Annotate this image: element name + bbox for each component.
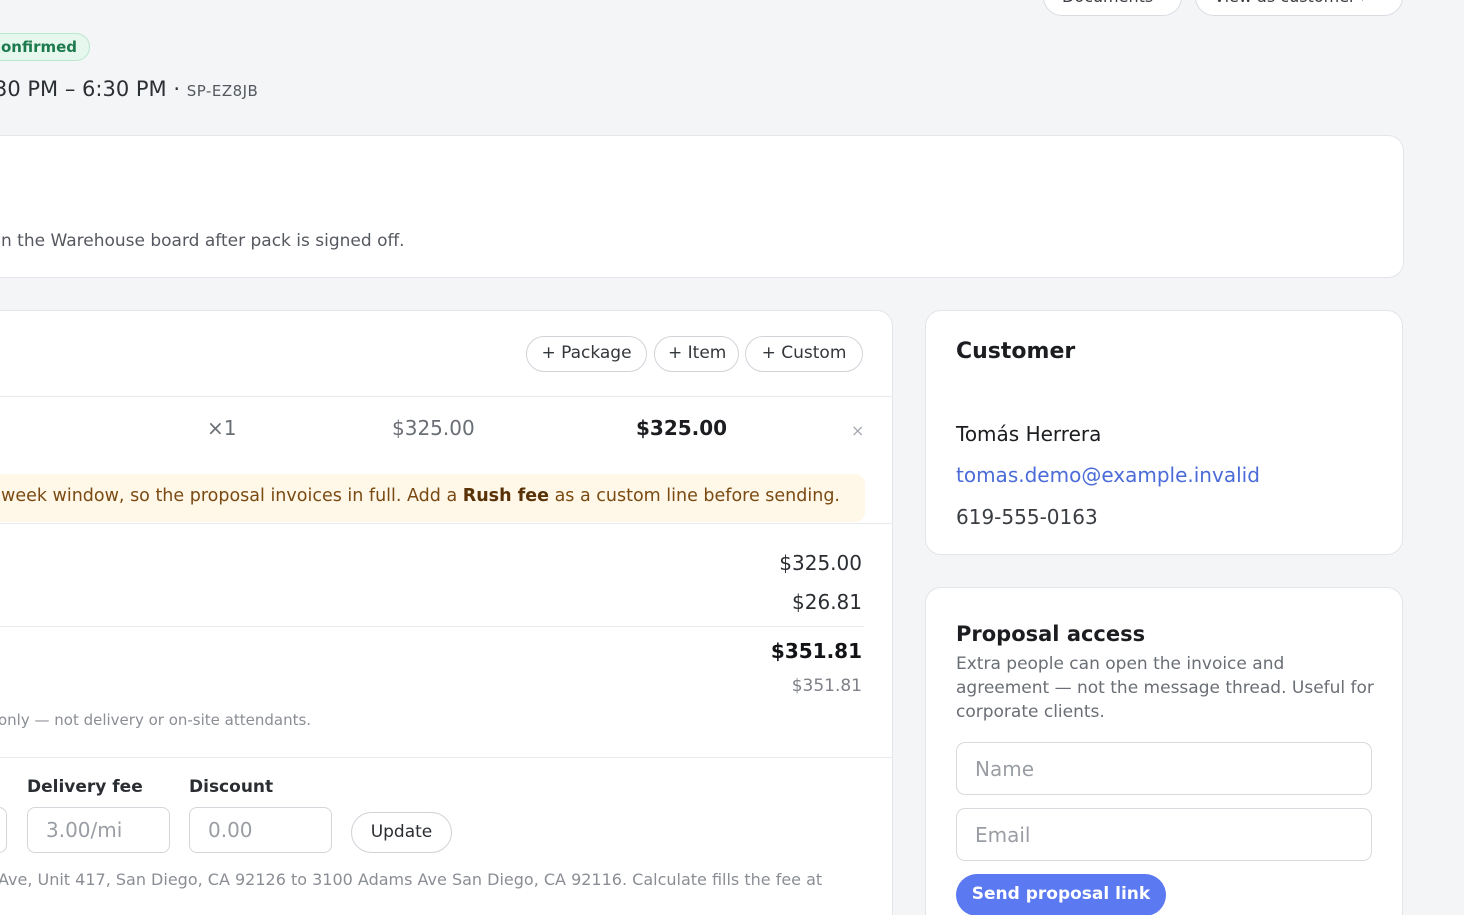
tax-value: $26.81: [792, 590, 862, 614]
close-icon[interactable]: ×: [851, 421, 864, 440]
customer-card: Customer Tomás Herrera tomas.demo@exampl…: [925, 310, 1403, 555]
row-total: $325.00: [636, 416, 728, 440]
divider: [0, 396, 892, 397]
add-package-button[interactable]: + Package: [526, 336, 647, 372]
update-button[interactable]: Update: [351, 812, 452, 853]
time-range: 30 PM – 6:30 PM: [0, 77, 167, 101]
view-as-customer-button[interactable]: View as customer ›: [1195, 0, 1403, 16]
warning-text-after: as a custom line before sending.: [549, 486, 840, 506]
warning-rush-fee: Rush fee: [462, 486, 549, 506]
route-note: Ave, Unit 417, San Diego, CA 92126 to 31…: [0, 870, 823, 889]
discount-input[interactable]: 0.00: [189, 807, 332, 853]
status-badge: onfirmed: [0, 33, 91, 61]
add-item-button[interactable]: + Item: [654, 336, 739, 372]
divider: [0, 523, 892, 524]
subtotal-value: $325.00: [779, 551, 862, 575]
add-custom-button[interactable]: + Custom: [745, 336, 863, 372]
email-input[interactable]: Email: [956, 808, 1372, 861]
documents-button[interactable]: Documents: [1043, 0, 1182, 16]
event-time: 30 PM – 6:30 PM · SP-EZ8JB: [0, 77, 258, 101]
rush-fee-warning: week window, so the proposal invoices in…: [0, 474, 865, 522]
customer-title: Customer: [956, 339, 1076, 364]
delivery-fee-label: Delivery fee: [27, 777, 143, 797]
row-unit-price: $325.00: [392, 416, 475, 440]
name-input[interactable]: Name: [956, 742, 1372, 795]
customer-phone: 619-555-0163: [956, 505, 1098, 529]
cut-off-field[interactable]: [0, 807, 7, 853]
total-value: $351.81: [770, 639, 862, 663]
send-proposal-link-button[interactable]: Send proposal link: [956, 874, 1166, 915]
discount-label: Discount: [189, 777, 274, 797]
divider: [0, 757, 892, 758]
note-text: n the Warehouse board after pack is sign…: [1, 231, 405, 251]
proposal-access-description: Extra people can open the invoice and ag…: [956, 654, 1374, 722]
divider: [0, 626, 864, 627]
note-card: n the Warehouse board after pack is sign…: [0, 135, 1404, 278]
customer-email-link[interactable]: tomas.demo@example.invalid: [956, 463, 1260, 487]
delivery-fee-input[interactable]: 3.00/mi: [27, 807, 170, 853]
proposal-access-title: Proposal access: [956, 622, 1146, 646]
customer-name: Tomás Herrera: [956, 422, 1102, 446]
row-qty: ×1: [207, 416, 237, 440]
proposal-access-card: Proposal access Extra people can open th…: [925, 587, 1403, 915]
warning-text-before: week window, so the proposal invoices in…: [1, 486, 463, 506]
total-sub-value: $351.81: [791, 676, 862, 696]
booking-ref: SP-EZ8JB: [186, 82, 259, 100]
ref-separator: ·: [166, 77, 187, 101]
tax-note: only — not delivery or on-site attendant…: [0, 711, 312, 729]
line-items-card: + Package + Item + Custom ×1 $325.00 $32…: [0, 310, 893, 915]
